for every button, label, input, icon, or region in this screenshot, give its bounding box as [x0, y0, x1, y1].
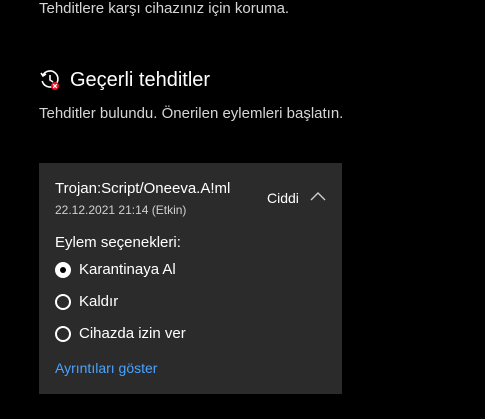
collapse-button[interactable]	[309, 189, 327, 205]
radio-button-selected[interactable]	[55, 261, 71, 278]
history-alert-icon	[39, 69, 61, 91]
radio-button[interactable]	[55, 325, 71, 342]
page-root: Tehditlere karşı cihazınız için koruma. …	[0, 0, 485, 419]
radio-allow-on-device[interactable]: Cihazda izin ver	[55, 325, 186, 342]
threat-date: 22.12.2021 21:14 (Etkin)	[55, 203, 187, 217]
current-threats-header: Geçerli tehditler	[39, 68, 210, 92]
show-details-link[interactable]: Ayrıntıları göster	[55, 360, 157, 376]
action-options-label: Eylem seçenekleri:	[55, 234, 181, 251]
threat-card: Trojan:Script/Oneeva.A!ml 22.12.2021 21:…	[39, 163, 342, 394]
radio-label: Karantinaya Al	[79, 261, 176, 278]
section-description: Tehditler bulundu. Önerilen eylemleri ba…	[39, 105, 344, 122]
radio-label: Cihazda izin ver	[79, 325, 186, 342]
threat-name: Trojan:Script/Oneeva.A!ml	[55, 180, 231, 197]
radio-quarantine[interactable]: Karantinaya Al	[55, 261, 176, 278]
severity-label: Ciddi	[267, 190, 299, 206]
chevron-up-icon	[310, 192, 326, 201]
page-subtitle: Tehditlere karşı cihazınız için koruma.	[39, 0, 290, 17]
radio-label: Kaldır	[79, 293, 119, 310]
section-title: Geçerli tehditler	[70, 68, 211, 91]
radio-remove[interactable]: Kaldır	[55, 293, 118, 310]
radio-button[interactable]	[55, 293, 71, 310]
